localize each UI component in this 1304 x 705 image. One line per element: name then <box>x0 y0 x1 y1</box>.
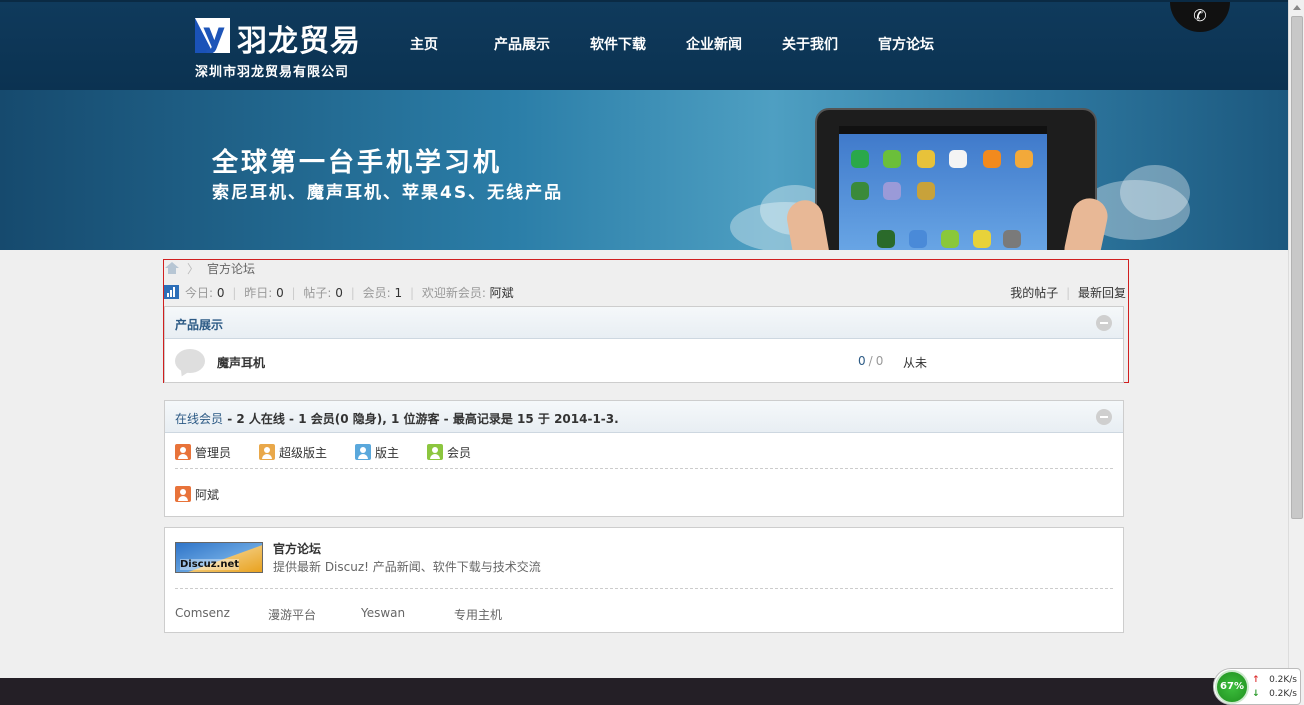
stats-summary: 今日: 0 | 昨日: 0 | 帖子: 0 | 会员: 1 | 欢迎新会员: 阿… <box>185 286 514 300</box>
breadcrumb: 〉 官方论坛 <box>165 259 255 277</box>
discuz-logo[interactable]: Discuz.net <box>175 542 263 573</box>
online-label[interactable]: 在线会员 <box>175 412 223 426</box>
nav-downloads[interactable]: 软件下载 <box>590 34 646 58</box>
scroll-up-icon[interactable] <box>1293 5 1301 10</box>
category-title[interactable]: 产品展示 <box>175 316 223 333</box>
new-member-link[interactable]: 阿斌 <box>490 286 514 300</box>
online-summary: - 2 人在线 - 1 会员(0 隐身), 1 位游客 - 最高记录是 15 于… <box>223 412 619 426</box>
my-posts-link[interactable]: 我的帖子 <box>1010 286 1058 300</box>
forum-counts: 0/0 <box>858 354 884 368</box>
logo-mark-letter: y <box>203 18 226 53</box>
scroll-thumb[interactable] <box>1291 16 1303 519</box>
divider <box>175 588 1113 589</box>
collapse-icon[interactable] <box>1096 409 1112 425</box>
nav-about[interactable]: 关于我们 <box>782 34 838 58</box>
legend-admin: 管理员 <box>175 444 231 460</box>
member-user-icon <box>427 444 443 460</box>
site-header: y 羽龙贸易 深圳市羽龙贸易有限公司 主页 产品展示 软件下载 企业新闻 关于我… <box>0 0 1288 90</box>
online-header: 在线会员 - 2 人在线 - 1 会员(0 隐身), 1 位游客 - 最高记录是… <box>165 401 1123 433</box>
stat-posts: 0 <box>335 286 343 300</box>
site-logo[interactable]: y 羽龙贸易 深圳市羽龙贸易有限公司 <box>195 16 365 80</box>
legend-super-moderator: 超级版主 <box>259 444 327 460</box>
stat-yesterday: 0 <box>276 286 284 300</box>
category-box: 产品展示 魔声耳机 0/0 从未 <box>164 306 1124 383</box>
tablet-image <box>815 108 1097 250</box>
links-box: Discuz.net 官方论坛 提供最新 Discuz! 产品新闻、软件下载与技… <box>164 527 1124 633</box>
admin-user-icon <box>175 486 191 502</box>
phone-icon: ✆ <box>1193 6 1207 25</box>
latest-replies-link[interactable]: 最新回复 <box>1078 286 1126 300</box>
link-comsenz[interactable]: Comsenz <box>175 606 230 620</box>
bar-chart-icon <box>164 285 179 299</box>
cpu-gauge: 67% <box>1215 670 1249 704</box>
category-header: 产品展示 <box>165 307 1123 339</box>
link-manyou[interactable]: 漫游平台 <box>268 606 316 623</box>
logo-mark: y <box>195 18 230 53</box>
hero-banner: 全球第一台手机学习机 索尼耳机、魔声耳机、苹果4S、无线产品 <box>0 90 1288 250</box>
nav-home[interactable]: 主页 <box>410 34 438 58</box>
admin-user-icon <box>175 444 191 460</box>
upload-arrow-icon: ↑ <box>1252 675 1260 685</box>
download-arrow-icon: ↓ <box>1252 689 1260 699</box>
nav-products[interactable]: 产品展示 <box>494 34 550 58</box>
forum-stats: 今日: 0 | 昨日: 0 | 帖子: 0 | 会员: 1 | 欢迎新会员: 阿… <box>164 283 1126 301</box>
nav-news[interactable]: 企业新闻 <box>686 34 742 58</box>
home-icon[interactable] <box>165 262 179 274</box>
forum-row: 魔声耳机 0/0 从未 <box>165 339 1123 383</box>
collapse-icon[interactable] <box>1096 315 1112 331</box>
moderator-user-icon <box>355 444 371 460</box>
forum-bubble-icon <box>175 349 205 373</box>
link-yeswan[interactable]: Yeswan <box>361 606 405 620</box>
network-speed-widget[interactable]: 67% ↑ 0.2K/s ↓ 0.2K/s <box>1213 668 1301 705</box>
online-user[interactable]: 阿斌 <box>175 486 219 502</box>
nav-forum[interactable]: 官方论坛 <box>878 34 934 58</box>
breadcrumb-current[interactable]: 官方论坛 <box>207 260 255 277</box>
banner-headline: 全球第一台手机学习机 <box>212 148 503 178</box>
legend-moderator: 版主 <box>355 444 399 460</box>
breadcrumb-separator: 〉 <box>187 261 200 276</box>
link-title[interactable]: 官方论坛 <box>273 540 321 557</box>
online-box: 在线会员 - 2 人在线 - 1 会员(0 隐身), 1 位游客 - 最高记录是… <box>164 400 1124 517</box>
legend-member: 会员 <box>427 444 471 460</box>
super-moderator-user-icon <box>259 444 275 460</box>
logo-subtitle: 深圳市羽龙贸易有限公司 <box>195 65 350 80</box>
forum-posts: 0 <box>875 354 884 368</box>
stat-today: 0 <box>216 286 225 300</box>
vertical-scrollbar[interactable] <box>1288 0 1304 705</box>
forum-name[interactable]: 魔声耳机 <box>217 354 265 371</box>
online-user-name[interactable]: 阿斌 <box>195 486 219 503</box>
link-hosting[interactable]: 专用主机 <box>454 606 502 623</box>
banner-subline: 索尼耳机、魔声耳机、苹果4S、无线产品 <box>212 183 564 203</box>
forum-last-post: 从未 <box>903 356 928 370</box>
link-description: 提供最新 Discuz! 产品新闻、软件下载与技术交流 <box>273 560 541 574</box>
stats-links: 我的帖子 | 最新回复 <box>1010 286 1126 300</box>
forum-threads: 0 <box>858 354 866 368</box>
main-nav: 主页 产品展示 软件下载 企业新闻 关于我们 官方论坛 <box>396 34 974 58</box>
site-footer <box>0 678 1288 705</box>
phone-tab[interactable]: ✆ <box>1170 2 1230 32</box>
logo-name: 羽龙贸易 <box>237 24 361 59</box>
stat-members: 1 <box>394 286 403 300</box>
member-legend: 管理员 超级版主 版主 会员 <box>175 433 1113 469</box>
